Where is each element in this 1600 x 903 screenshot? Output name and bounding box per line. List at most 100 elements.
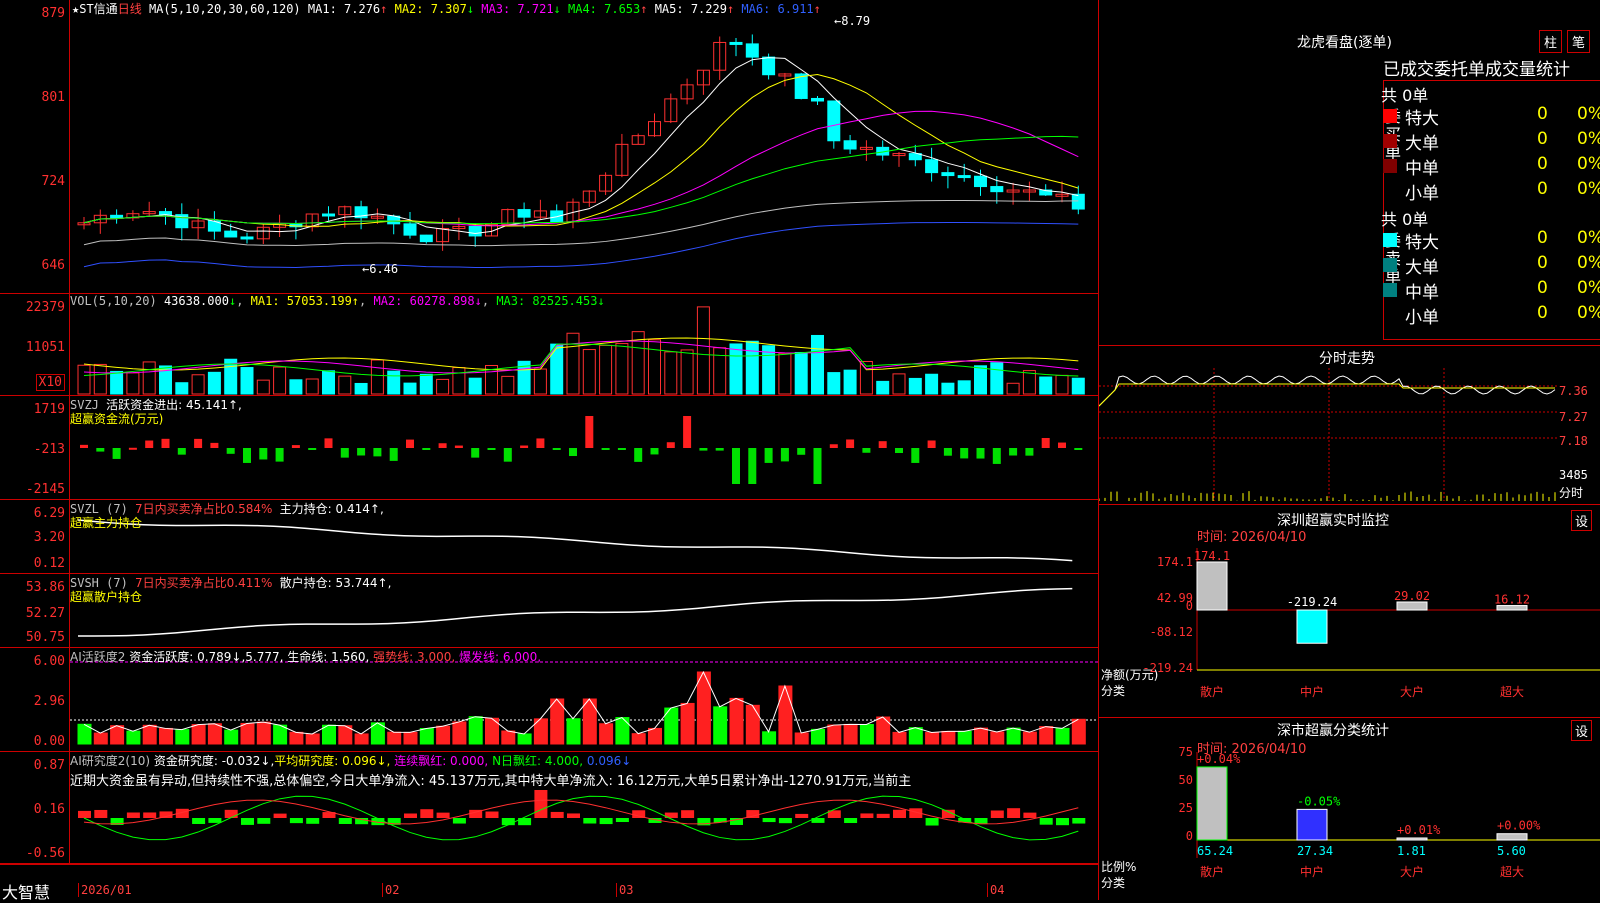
period-label[interactable]: 日线 [118, 2, 142, 16]
flow-bar [161, 438, 170, 448]
net-bar [1196, 561, 1228, 611]
flow-bar [291, 445, 300, 448]
volume-bar [354, 382, 368, 395]
flow-bar [960, 448, 969, 459]
flow-bar [846, 439, 855, 448]
candle [811, 97, 824, 102]
flow-bar [878, 441, 887, 448]
research-bar [338, 818, 352, 824]
svsh-panel[interactable]: 53.86 52.27 50.75 SVSH (7) 7日内买卖净占比0.411% … [0, 574, 1098, 648]
high-marker: ←8.79 [834, 14, 871, 28]
vol-header: VOL(5,10,20) [70, 294, 157, 308]
ai2-panel[interactable]: 0.87 0.16 -0.56 AI研究度2(10) 资金研究度: -0.032↓,… [0, 752, 1098, 864]
tab-bar[interactable]: 柱 [1539, 30, 1563, 53]
flow-bar [438, 443, 447, 448]
category-label: 大户 [1400, 684, 1424, 699]
flow-bar [243, 448, 251, 463]
intraday-panel[interactable]: 分时走势 7.36 7.27 7.18 3485 分时 [1099, 345, 1600, 505]
volume-bar [77, 364, 91, 395]
candle [419, 234, 433, 243]
flow-bar [1058, 442, 1066, 448]
activity-bar [925, 732, 940, 745]
flow-bar [943, 448, 952, 456]
research-bar [583, 818, 597, 824]
research-bar [795, 813, 809, 818]
volume-bar [403, 382, 417, 395]
sz-monitor-panel[interactable]: 深圳超赢实时监控 设 时间: 2026/04/10 174.1 42.99 0 -88… [1099, 508, 1600, 714]
flow-bar [503, 448, 512, 462]
chart-area[interactable]: 879 801 724 646 ★ST信通日线 MA(5,10,20,30,60,12… [0, 0, 1098, 902]
research-bar [681, 810, 695, 818]
research-bar [452, 818, 466, 824]
ai1-value: 资金活跃度: 0.789↓,5.777, [129, 650, 284, 664]
ai2-avg: 平均研究度: 0.096↓, [274, 754, 391, 768]
category-label: 散户 [1200, 684, 1224, 699]
activity-bar [436, 725, 451, 745]
sell-total: 共 0单 [1381, 210, 1429, 229]
ratio-bar [1196, 766, 1228, 841]
ma-value-1: MA1: 7.276↑ [307, 2, 395, 16]
ratio-bar [1296, 808, 1328, 841]
price-line [1099, 375, 1556, 407]
volume-bar [696, 306, 710, 395]
research-bar [1007, 808, 1021, 818]
activity-bar [175, 729, 190, 745]
research-bar [241, 818, 254, 825]
ai1-panel[interactable]: 6.00 2.96 0.00 AI活跃度2 资金活跃度: 0.789↓,5.777,… [0, 648, 1098, 752]
ratio-value: 27.34 [1297, 844, 1333, 858]
flow-bar [748, 448, 757, 484]
candle [843, 140, 857, 150]
y-tick: 7.18 [1559, 434, 1588, 448]
candle [240, 236, 254, 240]
activity-bar [957, 730, 972, 745]
svsh-ratio: 7日内买卖净占比0.411% [135, 576, 273, 590]
flow-bar [601, 448, 610, 450]
research-bar [273, 813, 287, 818]
activity-bar [1055, 727, 1070, 745]
candle [762, 56, 776, 76]
flow-bar [471, 448, 480, 458]
flow-bar [927, 440, 936, 448]
sell-row-0: 特大00% [1381, 228, 1600, 253]
sz-stats-panel[interactable]: 深市超赢分类统计 设 时间: 2026/04/10 75 50 25 0 +0.04% 6… [1099, 717, 1600, 900]
candle [110, 214, 124, 219]
candle [745, 43, 759, 58]
activity-bar [273, 724, 288, 745]
volume-panel[interactable]: 22379 11051 X10 VOL(5,10,20) 43638.000↓, M… [0, 294, 1098, 396]
candle [941, 172, 955, 177]
tab-tick[interactable]: 笔 [1567, 30, 1591, 53]
volume-bar [419, 373, 433, 395]
kline-panel[interactable]: 879 801 724 646 ★ST信通日线 MA(5,10,20,30,60,12… [0, 0, 1098, 294]
candle [224, 230, 238, 238]
research-bar [550, 811, 564, 818]
svzj-subtitle: 超赢资金流(万元) [70, 412, 164, 426]
research-bar [289, 818, 303, 824]
activity-bar [1006, 727, 1021, 745]
activity-bar [1071, 718, 1086, 745]
flow-bar [259, 448, 268, 460]
research-bar [126, 812, 140, 818]
activity-bar [599, 723, 614, 745]
volume-bar [501, 375, 515, 395]
research-bar [762, 818, 776, 823]
ma-header: MA(5,10,20,30,60,120) [148, 2, 301, 16]
activity-bar [713, 706, 728, 745]
volume-bar [729, 343, 743, 395]
candle [925, 159, 939, 174]
volume-bar [794, 351, 808, 395]
research-bar [1056, 818, 1069, 826]
hold-line [77, 587, 1073, 637]
flow-bar [780, 448, 789, 462]
candle [974, 175, 987, 188]
ma-line [83, 74, 1079, 227]
activity-line [83, 670, 1079, 735]
buy-row-0: 特大00% [1381, 104, 1600, 129]
candle [403, 223, 417, 236]
svzj-panel[interactable]: 1719 -213 -2145 SVZJ 活跃资金进出: 45.141↑, 超赢资金… [0, 396, 1098, 500]
activity-bar [778, 685, 793, 745]
ai1-life: 生命线: 1.560, [287, 650, 370, 664]
svzl-panel[interactable]: 6.29 3.20 0.12 SVZL (7) 7日内买卖净占比0.584% 主力持… [0, 500, 1098, 574]
volume-bar [974, 365, 987, 395]
y-tick: 50 [1179, 773, 1193, 787]
vol-ma1: MA1: 57053.199↑ [250, 294, 360, 308]
